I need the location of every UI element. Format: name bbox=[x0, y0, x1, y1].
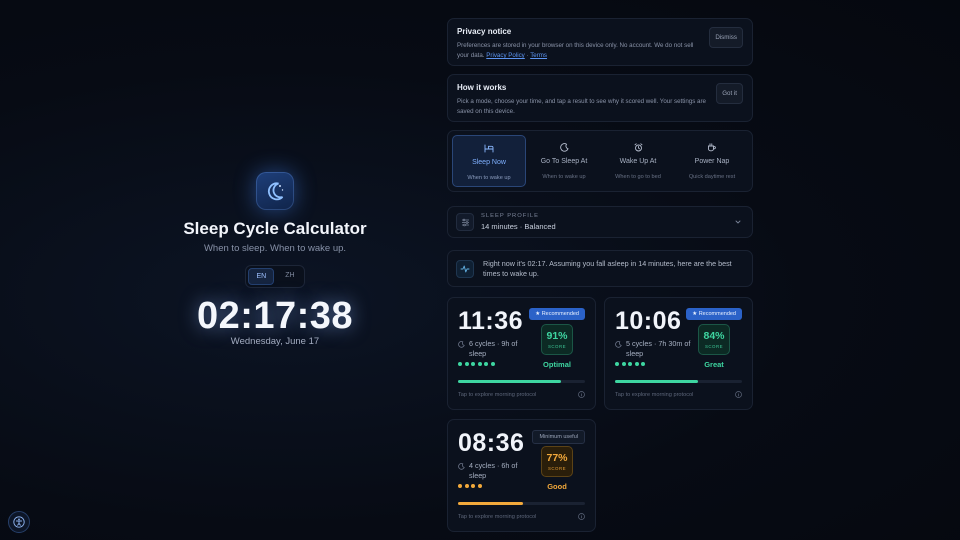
accessibility-icon bbox=[13, 516, 25, 528]
cycle-dot bbox=[621, 362, 626, 366]
cycle-dot bbox=[471, 362, 475, 366]
privacy-notice: Privacy notice Preferences are stored in… bbox=[447, 18, 753, 66]
cycles-text: 5 cycles · 7h 30m of sleep bbox=[626, 339, 691, 358]
card-footer-text: Tap to explore morning protocol bbox=[458, 513, 537, 520]
cycle-dot bbox=[634, 362, 639, 366]
cycle-dot bbox=[458, 484, 462, 488]
card-footer-text: Tap to explore morning protocol bbox=[615, 391, 694, 398]
moon-icon bbox=[458, 341, 465, 348]
score-label: SCORE bbox=[547, 344, 567, 349]
mode-description: When to go to bed bbox=[615, 174, 661, 180]
language-en-button[interactable]: EN bbox=[248, 268, 275, 285]
sleep-profile-value: 14 minutes · Balanced bbox=[481, 222, 556, 231]
sliders-icon bbox=[456, 213, 474, 231]
mode-description: When to wake up bbox=[542, 174, 586, 180]
score-progress-bar bbox=[615, 380, 742, 383]
alarm-icon bbox=[634, 141, 643, 153]
how-it-works-title: How it works bbox=[457, 83, 507, 92]
info-icon[interactable] bbox=[735, 391, 742, 398]
mode-description: When to wake up bbox=[467, 175, 511, 181]
moon-logo-icon bbox=[256, 172, 294, 210]
mode-label: Power Nap bbox=[694, 158, 730, 165]
score-label: SCORE bbox=[704, 344, 724, 349]
privacy-notice-title: Privacy notice bbox=[457, 27, 512, 36]
privacy-notice-text: Preferences are stored in your browser o… bbox=[457, 42, 694, 59]
mode-label: Sleep Now bbox=[472, 159, 506, 166]
cycle-dot bbox=[641, 362, 645, 366]
current-time-clock: 02:17:38 bbox=[196, 295, 354, 337]
terms-link[interactable]: Terms bbox=[530, 52, 547, 59]
mode-label: Go To Sleep At bbox=[540, 158, 588, 165]
cycle-dots bbox=[615, 362, 645, 366]
mode-sleep-now[interactable]: Sleep Now When to wake up bbox=[452, 135, 526, 187]
app-subtitle: When to sleep. When to wake up. bbox=[203, 243, 347, 254]
quality-label: Optimal bbox=[543, 360, 571, 369]
sleep-profile-label: SLEEP PROFILE bbox=[481, 213, 539, 219]
score-progress-bar bbox=[458, 380, 585, 383]
got-it-button[interactable]: Got it bbox=[716, 83, 743, 104]
mode-selector: Sleep Now When to wake up Go To Sleep At… bbox=[447, 130, 753, 192]
bed-icon bbox=[484, 142, 494, 154]
how-it-works: How it works Pick a mode, choose your ti… bbox=[447, 74, 753, 122]
mode-go-to-sleep-at[interactable]: Go To Sleep At When to wake up bbox=[528, 135, 600, 187]
recommended-badge: ★ Recommended bbox=[686, 308, 742, 320]
moon-icon bbox=[458, 463, 465, 470]
mode-wake-up-at[interactable]: Wake Up At When to go to bed bbox=[602, 135, 674, 187]
cycle-dot bbox=[464, 484, 469, 488]
cycle-dot bbox=[490, 362, 495, 366]
score-progress-fill bbox=[458, 502, 523, 505]
mode-description: Quick daytime rest bbox=[688, 174, 736, 180]
score-value: 77% bbox=[546, 452, 568, 464]
chevron-down-icon bbox=[735, 220, 741, 224]
quality-label: Good bbox=[547, 482, 567, 491]
moon-icon bbox=[615, 341, 622, 348]
privacy-policy-link[interactable]: Privacy Policy bbox=[486, 52, 525, 59]
info-text: Right now it's 02:17. Assuming you fall … bbox=[483, 258, 732, 278]
language-switcher: EN ZH bbox=[245, 265, 305, 288]
score-label: SCORE bbox=[547, 466, 567, 471]
card-footer-text: Tap to explore morning protocol bbox=[458, 391, 537, 398]
moon-icon bbox=[559, 141, 569, 153]
cycle-dot bbox=[471, 484, 475, 488]
score-progress-fill bbox=[458, 380, 561, 383]
cycle-dot bbox=[615, 362, 619, 366]
score-value: 84% bbox=[703, 330, 725, 342]
recommended-badge: ★ Recommended bbox=[529, 308, 585, 320]
accessibility-button[interactable] bbox=[8, 511, 30, 533]
info-message: Right now it's 02:17. Assuming you fall … bbox=[447, 250, 753, 287]
score-box: 84% SCORE bbox=[698, 324, 730, 355]
info-icon[interactable] bbox=[578, 513, 585, 520]
pulse-icon bbox=[456, 259, 474, 278]
cycles-text: 6 cycles · 9h of sleep bbox=[469, 339, 518, 358]
cycle-dot bbox=[477, 362, 482, 366]
hero: Sleep Cycle Calculator When to sleep. Wh… bbox=[175, 172, 375, 347]
score-progress-fill bbox=[615, 380, 698, 383]
score-box: 77% SCORE bbox=[541, 446, 573, 477]
score-value: 91% bbox=[546, 330, 568, 342]
app-title: Sleep Cycle Calculator bbox=[183, 219, 367, 238]
mode-power-nap[interactable]: Power Nap Quick daytime rest bbox=[676, 135, 748, 187]
dismiss-button[interactable]: Dismiss bbox=[709, 27, 743, 48]
coffee-icon bbox=[707, 141, 717, 153]
how-it-works-text: Pick a mode, choose your time, and tap a… bbox=[457, 98, 707, 115]
cycle-dot bbox=[484, 362, 488, 366]
cycle-dots bbox=[458, 484, 482, 488]
language-zh-button[interactable]: ZH bbox=[278, 268, 301, 285]
cycle-dots bbox=[458, 362, 495, 366]
cycles-text: 4 cycles · 6h of sleep bbox=[469, 461, 518, 480]
sleep-profile-dropdown[interactable]: SLEEP PROFILE 14 minutes · Balanced bbox=[447, 206, 753, 238]
minimum-useful-badge: Minimum useful bbox=[532, 430, 585, 444]
info-icon[interactable] bbox=[578, 391, 585, 398]
score-progress-bar bbox=[458, 502, 585, 505]
cycle-dot bbox=[628, 362, 632, 366]
result-card[interactable]: 08:36 4 cycles · 6h of sleep Minimum use… bbox=[447, 419, 596, 532]
cycle-dot bbox=[477, 484, 482, 488]
quality-label: Great bbox=[704, 360, 724, 369]
cycle-dot bbox=[464, 362, 469, 366]
score-box: 91% SCORE bbox=[541, 324, 573, 355]
result-card[interactable]: 11:36 6 cycles · 9h of sleep ★ Recommend… bbox=[447, 297, 596, 410]
mode-label: Wake Up At bbox=[619, 158, 657, 165]
result-card[interactable]: 10:06 5 cycles · 7h 30m of sleep ★ Recom… bbox=[604, 297, 753, 410]
cycle-dot bbox=[458, 362, 462, 366]
